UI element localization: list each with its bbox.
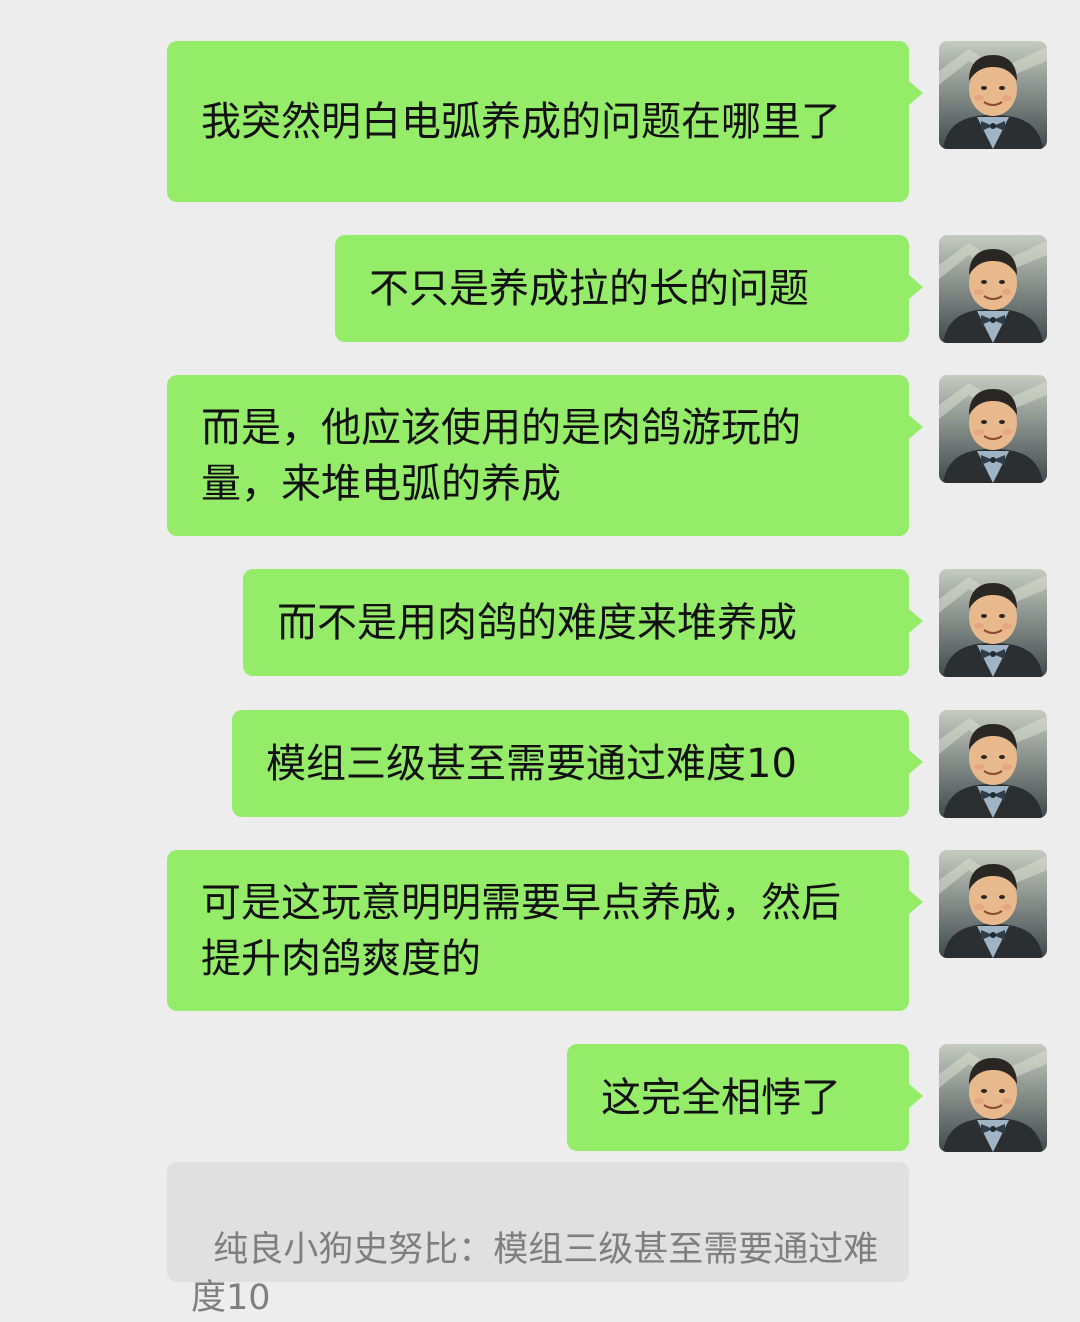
message-text: 而不是用肉鸽的难度来堆养成 (277, 599, 797, 646)
avatar[interactable] (939, 710, 1047, 818)
message-bubble[interactable]: 而是，他应该使用的是肉鸽游玩的量，来堆电弧的养成 (167, 375, 923, 536)
message-text: 不只是养成拉的长的问题 (369, 265, 809, 312)
message-text: 我突然明白电弧养成的问题在哪里了 (201, 98, 841, 145)
avatar[interactable] (939, 41, 1047, 149)
cartoon-man-bowtie-avatar (939, 235, 1047, 343)
avatar[interactable] (939, 235, 1047, 343)
cartoon-man-bowtie-avatar (939, 41, 1047, 149)
avatar[interactable] (939, 1044, 1047, 1152)
message-text: 模组三级甚至需要通过难度10 (266, 740, 797, 787)
avatar[interactable] (939, 569, 1047, 677)
message-bubble[interactable]: 这完全相悖了 (567, 1044, 923, 1151)
message-bubble[interactable]: 而不是用肉鸽的难度来堆养成 (243, 569, 923, 676)
message-text: 这完全相悖了 (601, 1074, 841, 1121)
quoted-text: 纯良小狗史努比：模组三级甚至需要通过难度10 (191, 1230, 879, 1318)
cartoon-man-bowtie-avatar (939, 710, 1047, 818)
message-text: 可是这玩意明明需要早点养成，然后提升肉鸽爽度的 (201, 879, 841, 982)
cartoon-man-bowtie-avatar (939, 375, 1047, 483)
message-bubble[interactable]: 可是这玩意明明需要早点养成，然后提升肉鸽爽度的 (167, 850, 923, 1011)
cartoon-man-bowtie-avatar (939, 569, 1047, 677)
message-bubble[interactable]: 不只是养成拉的长的问题 (335, 235, 923, 342)
quoted-message[interactable]: 纯良小狗史努比：模组三级甚至需要通过难度10 (167, 1162, 909, 1318)
message-bubble[interactable]: 我突然明白电弧养成的问题在哪里了 (167, 41, 923, 202)
avatar[interactable] (939, 375, 1047, 483)
chat-screen: { "messages": [ {"text": "我突然明白电弧养成的问题在哪… (0, 0, 1080, 1318)
message-text: 而是，他应该使用的是肉鸽游玩的量，来堆电弧的养成 (201, 404, 801, 507)
avatar[interactable] (939, 850, 1047, 958)
message-bubble[interactable]: 模组三级甚至需要通过难度10 (232, 710, 923, 817)
cartoon-man-bowtie-avatar (939, 850, 1047, 958)
cartoon-man-bowtie-avatar (939, 1044, 1047, 1152)
